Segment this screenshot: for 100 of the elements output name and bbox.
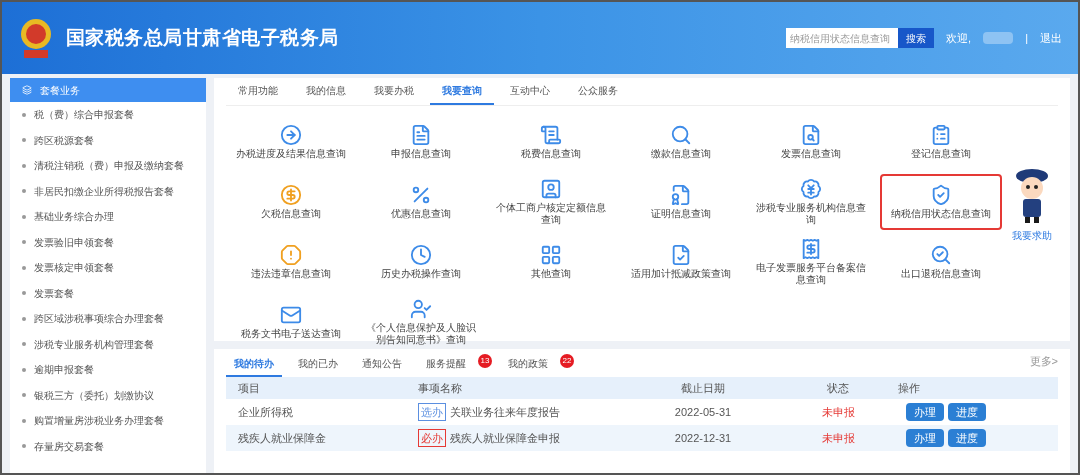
action-button[interactable]: 进度: [948, 403, 986, 421]
bullet-icon: [22, 367, 26, 372]
query-item[interactable]: 申报信息查询: [360, 114, 482, 170]
column-header: 状态: [826, 380, 850, 396]
query-item[interactable]: 优惠信息查询: [360, 174, 482, 230]
count-badge: 22: [560, 354, 574, 368]
query-item[interactable]: 适用加计抵减政策查询: [620, 234, 742, 290]
tab[interactable]: 服务提醒: [418, 351, 474, 377]
sidebar-item[interactable]: 银税三方（委托）划缴协议: [10, 382, 206, 408]
document-search-icon: [800, 123, 822, 146]
query-item[interactable]: 税费信息查询: [490, 114, 612, 170]
tab[interactable]: 我的政策: [500, 351, 556, 377]
query-item[interactable]: 违法违章信息查询: [230, 234, 352, 290]
bullet-icon: [22, 418, 26, 423]
table-cell-text: 关联业务往来年度报告: [450, 404, 560, 420]
name-placeholder: [983, 32, 1014, 44]
query-item[interactable]: 历史办税操作查询: [360, 234, 482, 290]
status-text: 未申报: [820, 430, 856, 446]
bullet-icon: [22, 444, 26, 449]
sidebar-item[interactable]: 存量房交易套餐: [10, 433, 206, 459]
sidebar-item[interactable]: 清税注销税（费）申报及缴纳套餐: [10, 153, 206, 179]
priority-tag: 必办: [418, 428, 446, 448]
bullet-icon: [22, 214, 26, 219]
query-item[interactable]: 登记信息查询: [880, 114, 1002, 170]
bullet-icon: [22, 189, 26, 194]
sidebar-item[interactable]: 涉税专业服务机构管理套餐: [10, 331, 206, 357]
tab[interactable]: 我的已办: [290, 351, 346, 377]
column-header: 操作: [898, 380, 921, 396]
table-cell-text: 残疾人就业保障金申报: [450, 430, 560, 446]
tab[interactable]: 常用功能: [226, 77, 290, 105]
user-check-icon: [410, 297, 432, 320]
sidebar-item[interactable]: 跨区域涉税事项综合办理套餐: [10, 306, 206, 332]
query-item[interactable]: 《个人信息保护及人脸识别告知同意书》查询: [360, 294, 482, 350]
bullet-icon: [22, 265, 26, 270]
sidebar-item[interactable]: 基础业务综合办理: [10, 204, 206, 230]
action-button[interactable]: 办理: [906, 429, 944, 447]
search-field[interactable]: 纳税信用状态信息查询: [786, 28, 899, 48]
query-item[interactable]: 证明信息查询: [620, 174, 742, 230]
tab[interactable]: 通知公告: [354, 351, 410, 377]
table-cell-text: 2022-12-31: [673, 430, 733, 446]
help-link[interactable]: 我要求助: [1012, 228, 1052, 243]
sidebar-item[interactable]: 逾期申报套餐: [10, 357, 206, 383]
action-button[interactable]: 进度: [948, 429, 986, 447]
yen-badge-icon: [800, 177, 822, 200]
sidebar-item[interactable]: 发票套餐: [10, 280, 206, 306]
sidebar-item[interactable]: 购置增量房涉税业务办理套餐: [10, 408, 206, 434]
tab[interactable]: 我要查询: [430, 77, 494, 105]
tab[interactable]: 公众服务: [566, 77, 630, 105]
search-check-icon: [930, 243, 952, 266]
query-item[interactable]: 欠税信息查询: [230, 174, 352, 230]
badge-document-icon: [670, 183, 692, 206]
bullet-icon: [22, 112, 26, 117]
receipt-icon: [800, 237, 822, 260]
emblem-icon: [18, 16, 54, 60]
count-badge: 13: [478, 354, 492, 368]
shield-icon: [930, 183, 952, 206]
warning-icon: [280, 243, 302, 266]
sidebar-item[interactable]: 非居民扣缴企业所得税报告套餐: [10, 178, 206, 204]
search-button[interactable]: 搜索: [898, 28, 935, 48]
bullet-icon: [22, 163, 26, 168]
sidebar-item[interactable]: 发票核定申领套餐: [10, 255, 206, 281]
clock-icon: [410, 243, 432, 266]
arrow-circle-icon: [280, 123, 302, 146]
table-cell-text: 企业所得税: [238, 404, 294, 420]
status-text: 未申报: [820, 404, 856, 420]
tab[interactable]: 我的信息: [294, 77, 358, 105]
user-card-icon: [540, 177, 562, 200]
site-title: 国家税务总局甘肃省电子税务局: [66, 25, 339, 50]
bullet-icon: [22, 291, 26, 296]
query-item[interactable]: 涉税专业服务机构信息查询: [750, 174, 872, 230]
layers-icon: [22, 85, 32, 95]
tab[interactable]: 互动中心: [498, 77, 562, 105]
table-cell-text: 2022-05-31: [673, 404, 733, 420]
sidebar-item[interactable]: 税（费）综合申报套餐: [10, 102, 206, 128]
search-icon: [670, 123, 692, 146]
tab[interactable]: 我要办税: [362, 77, 426, 105]
table-cell-text: 残疾人就业保障金: [238, 430, 327, 446]
separator: |: [1025, 30, 1028, 46]
scroll-icon: [540, 123, 562, 146]
query-item[interactable]: 发票信息查询: [750, 114, 872, 170]
sidebar-title: 套餐业务: [40, 83, 80, 98]
query-item[interactable]: 其他查询: [490, 234, 612, 290]
query-item[interactable]: 办税进度及结果信息查询: [230, 114, 352, 170]
bullet-icon: [22, 316, 26, 321]
query-item[interactable]: 税务文书电子送达查询: [230, 294, 352, 350]
query-item[interactable]: 电子发票服务平台备案信息查询: [750, 234, 872, 290]
query-item[interactable]: 缴款信息查询: [620, 114, 742, 170]
bullet-icon: [22, 342, 26, 347]
action-button[interactable]: 办理: [906, 403, 944, 421]
bullet-icon: [22, 240, 26, 245]
clipboard-icon: [930, 123, 952, 146]
bullet-icon: [22, 393, 26, 398]
sidebar-item[interactable]: 发票验旧申领套餐: [10, 229, 206, 255]
bullet-icon: [22, 138, 26, 143]
sidebar-item[interactable]: 跨区税源套餐: [10, 127, 206, 153]
query-item[interactable]: 纳税信用状态信息查询: [880, 174, 1002, 230]
query-item[interactable]: 个体工商户核定定额信息查询: [490, 174, 612, 230]
column-header: 项目: [238, 380, 261, 396]
query-item[interactable]: 出口退税信息查询: [880, 234, 1002, 290]
grid-icon: [540, 243, 562, 266]
